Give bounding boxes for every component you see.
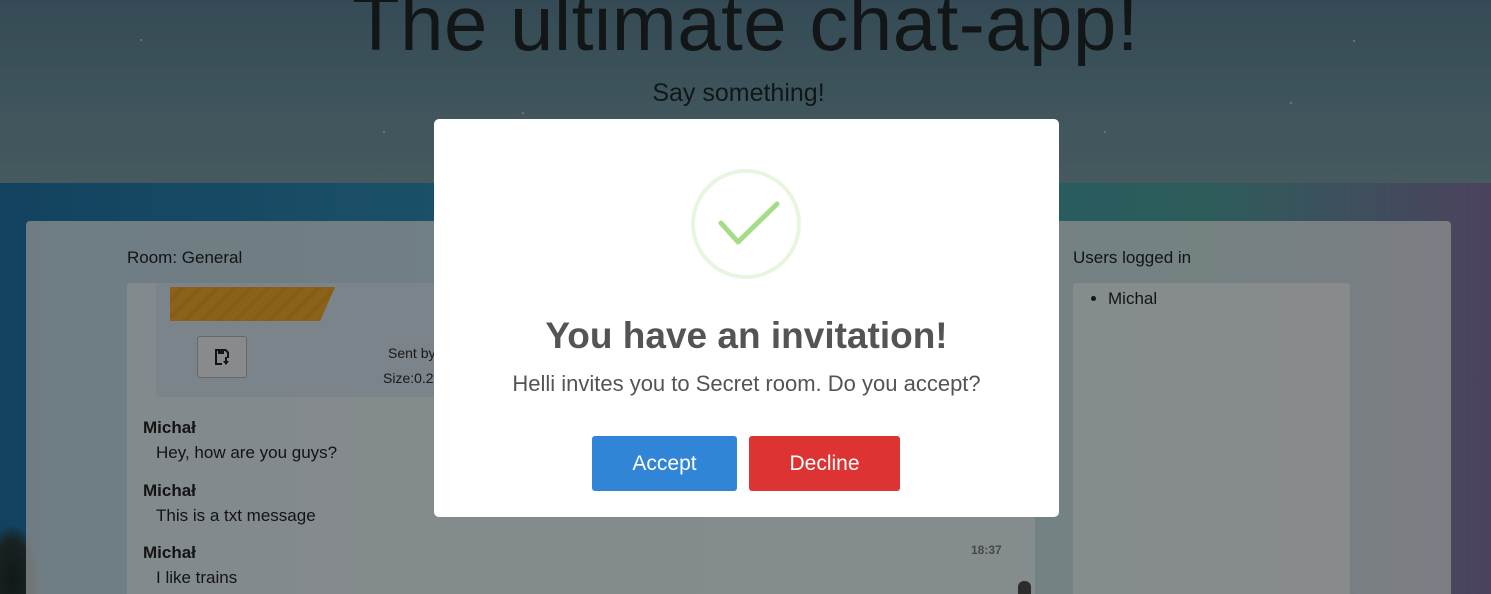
success-check-icon [691, 169, 801, 279]
accept-button[interactable]: Accept [592, 436, 737, 491]
check-icon [718, 201, 780, 245]
dialog-title: You have an invitation! [545, 315, 948, 356]
dialog-message: Helli invites you to Secret room. Do you… [512, 371, 981, 396]
decline-button[interactable]: Decline [749, 436, 900, 491]
invitation-dialog: You have an invitation! Helli invites yo… [434, 119, 1059, 517]
